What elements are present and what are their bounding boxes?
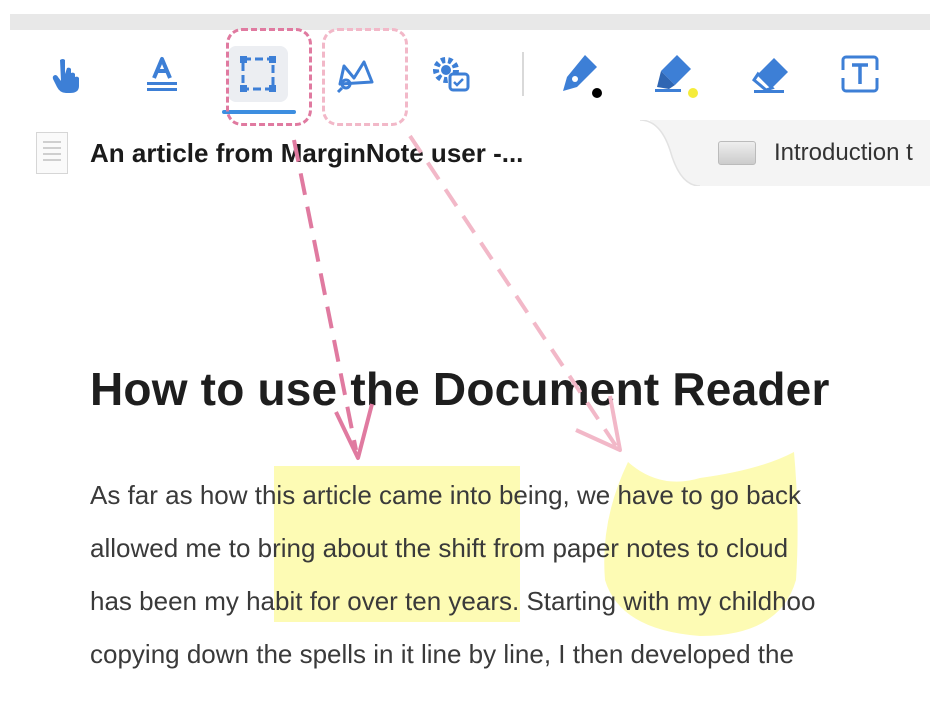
text-underline-A-icon <box>147 57 177 91</box>
paragraph-line: copying down the spells in it line by li… <box>90 639 794 669</box>
tab-curve <box>640 120 700 186</box>
paragraph-line: As far as how this article came into bei… <box>90 480 802 510</box>
text-box-T-icon <box>840 55 880 93</box>
text-box-tool-button[interactable] <box>826 42 894 106</box>
lasso-tool-callout-box <box>322 28 408 126</box>
toolbar-separator <box>522 52 524 96</box>
eraser-icon <box>752 58 788 93</box>
highlighter-tool-button[interactable] <box>642 42 710 106</box>
tab-article[interactable]: An article from MarginNote user -... <box>10 120 650 186</box>
hand-tool-button[interactable] <box>32 42 100 106</box>
paragraph-line: allowed me to bring about the shift from… <box>90 533 789 563</box>
hand-pointer-icon <box>52 59 79 93</box>
document-thumbnail-icon <box>718 141 756 165</box>
toolbar <box>10 30 930 120</box>
gear-badge-icon <box>433 57 470 92</box>
document-page-icon <box>36 132 68 174</box>
tab-introduction[interactable]: Introduction t <box>700 120 930 186</box>
document-heading: How to use the Document Reader <box>90 363 830 415</box>
eraser-tool-button[interactable] <box>738 42 806 106</box>
highlighter-icon <box>655 55 698 98</box>
document-tab-bar: An article from MarginNote user -... Int… <box>10 120 930 186</box>
document-reader: How to use the Document Reader As far as… <box>0 186 930 704</box>
rectangle-tool-callout-box <box>226 28 312 126</box>
settings-tool-button[interactable] <box>416 42 484 106</box>
fountain-pen-icon <box>563 55 602 98</box>
window-top-strip <box>10 14 930 30</box>
paragraph-line: has been my habit for over ten years. St… <box>90 586 816 616</box>
tab-title: Introduction t <box>774 139 913 166</box>
text-select-tool-button[interactable] <box>128 42 196 106</box>
pen-tool-button[interactable] <box>546 42 614 106</box>
tab-title: An article from MarginNote user -... <box>90 137 524 168</box>
